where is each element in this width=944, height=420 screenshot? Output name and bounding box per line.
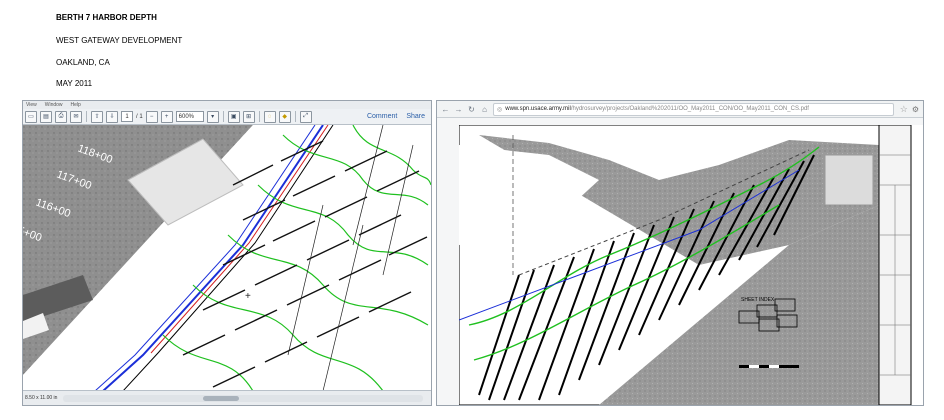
open-icon[interactable]: ▭ — [25, 110, 37, 123]
pdf-toolbar: ▭ ▤ ⎙ ✉ ⇧ ⇩ 1 / 1 − + 600% ▾ ▣ ⊞ ◌ ◆ ⤢ C… — [23, 109, 431, 125]
date-text: MAY 2011 — [56, 79, 93, 88]
pdf-status-bar: 8.50 x 11.00 in — [23, 390, 431, 405]
url-path: /hydrosurvey/projects/Oakland%202011/OO_… — [570, 106, 809, 112]
horizontal-scrollbar[interactable] — [63, 395, 423, 402]
globe-icon: ◎ — [497, 106, 503, 113]
previous-page-icon[interactable]: ⇧ — [91, 110, 103, 123]
crosshair-cursor: + — [245, 291, 251, 302]
back-arrow-icon[interactable]: ← — [441, 105, 450, 114]
reload-icon[interactable]: ↻ — [467, 105, 476, 114]
sheet-index-label: SHEET INDEX — [741, 297, 775, 303]
page-total-label: / 1 — [136, 113, 143, 120]
fit-width-icon[interactable]: ⊞ — [242, 110, 255, 123]
document-title: BERTH 7 HARBOR DEPTH — [56, 13, 157, 22]
terminal-building — [824, 154, 874, 206]
menu-help[interactable]: Help — [71, 102, 81, 108]
email-icon[interactable]: ✉ — [70, 110, 82, 123]
next-page-icon[interactable]: ⇩ — [106, 110, 118, 123]
pdf-viewer-window: View Window Help ▭ ▤ ⎙ ✉ ⇧ ⇩ 1 / 1 − + 6… — [22, 100, 432, 406]
expand-icon[interactable]: ⤢ — [299, 110, 312, 123]
highlight-icon[interactable]: ◆ — [278, 110, 291, 123]
home-icon[interactable]: ⌂ — [480, 105, 489, 114]
scale-bar-segment — [749, 365, 759, 368]
url-host: www.spn.usace.army.mil — [505, 106, 571, 112]
print-icon[interactable]: ⎙ — [55, 110, 67, 123]
bookmark-star-icon[interactable]: ☆ — [900, 104, 908, 115]
zoom-out-icon[interactable]: − — [145, 110, 158, 123]
location-text: OAKLAND, CA — [56, 58, 110, 67]
comment-bubble-icon[interactable]: ◌ — [263, 110, 276, 123]
fit-page-icon[interactable]: ▣ — [227, 110, 240, 123]
toolbar-separator — [258, 111, 260, 122]
survey-drawing-zoomed: 118+00 117+00 116+00 5+00 + — [23, 125, 431, 391]
scrollbar-thumb[interactable] — [203, 396, 239, 401]
page-number-input[interactable]: 1 — [121, 111, 133, 122]
menu-window[interactable]: Window — [45, 102, 63, 108]
scale-bar-segment — [769, 365, 779, 368]
pdf-sheet-view[interactable]: SHEET INDEX — [459, 125, 923, 405]
toolbar-separator — [222, 111, 224, 122]
forward-arrow-icon[interactable]: → — [454, 105, 463, 114]
menu-view[interactable]: View — [26, 102, 37, 108]
project-name: WEST GATEWAY DEVELOPMENT — [56, 36, 183, 45]
pdf-menubar: View Window Help — [23, 101, 431, 109]
wrench-icon[interactable]: ⚙ — [912, 105, 919, 114]
browser-toolbar: ← → ↻ ⌂ ◎ www.spn.usace.army.mil/hydrosu… — [437, 101, 923, 118]
browser-window: ← → ↻ ⌂ ◎ www.spn.usace.army.mil/hydrosu… — [436, 100, 924, 406]
save-icon[interactable]: ▤ — [40, 110, 52, 123]
page-size-label: 8.50 x 11.00 in — [25, 395, 58, 401]
chevron-down-icon[interactable]: ▾ — [206, 110, 219, 123]
zoom-level-field[interactable]: 600% — [175, 111, 204, 122]
pdf-document-view[interactable]: 118+00 117+00 116+00 5+00 + — [23, 125, 431, 391]
address-bar[interactable]: ◎ www.spn.usace.army.mil/hydrosurvey/pro… — [493, 102, 894, 116]
survey-sheet-overview: SHEET INDEX — [459, 125, 912, 405]
zoom-in-icon[interactable]: + — [160, 110, 173, 123]
toolbar-separator — [86, 111, 87, 122]
comment-button[interactable]: Comment — [367, 113, 397, 120]
toolbar-separator — [294, 111, 296, 122]
share-button[interactable]: Share — [406, 113, 425, 120]
